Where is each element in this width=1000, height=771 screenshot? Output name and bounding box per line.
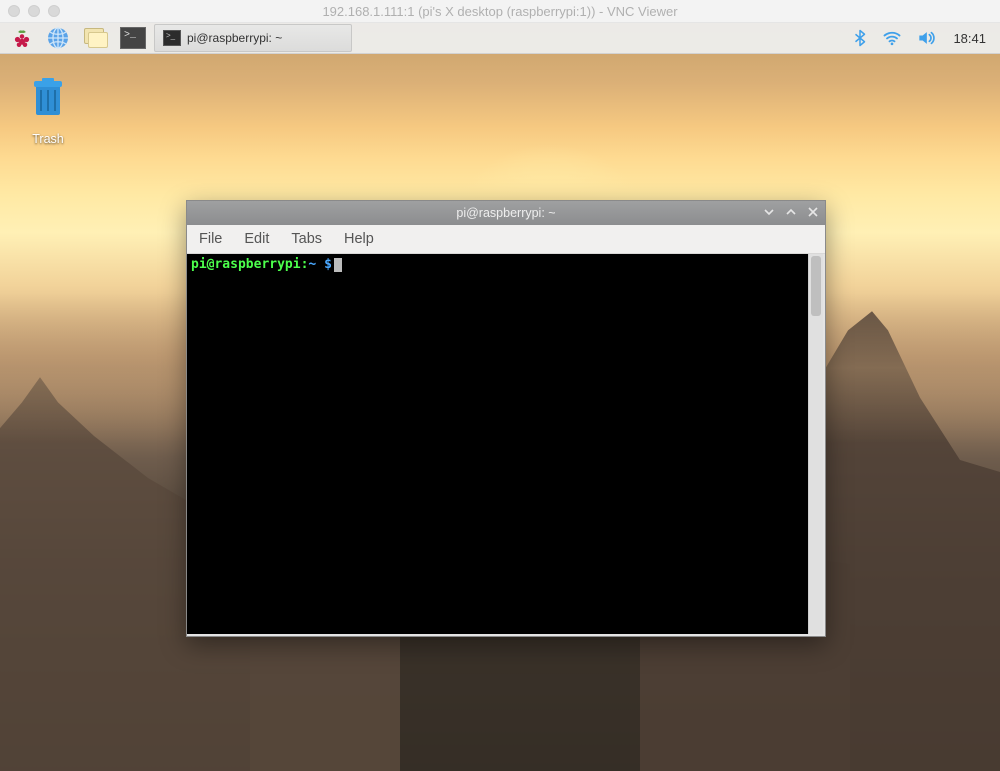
traffic-close-icon[interactable] [8,5,20,17]
volume-tray[interactable] [911,25,941,51]
taskbar: pi@raspberrypi: ~ 18:41 [0,23,1000,54]
terminal-titlebar[interactable]: pi@raspberrypi: ~ [187,201,825,225]
file-manager-launcher[interactable] [78,25,112,51]
web-browser-launcher[interactable] [42,25,74,51]
desktop-trash-label: Trash [18,132,78,146]
wifi-icon [881,28,903,48]
vnc-window-title: 192.168.1.111:1 (pi's X desktop (raspber… [322,4,677,19]
terminal-menubar: File Edit Tabs Help [187,225,825,254]
prompt-path: ~ [308,257,316,272]
scrollbar-thumb[interactable] [811,256,821,316]
traffic-zoom-icon[interactable] [48,5,60,17]
mac-window-controls[interactable] [8,5,60,17]
raspberry-pi-icon [10,26,34,50]
terminal-cursor [334,258,342,272]
chevron-down-icon [763,206,775,218]
start-menu-button[interactable] [6,25,38,51]
folders-icon [82,28,108,48]
wifi-tray[interactable] [877,25,907,51]
menu-help[interactable]: Help [342,228,376,250]
menu-edit[interactable]: Edit [242,228,271,250]
prompt-symbol: $ [324,257,332,272]
close-icon [807,206,819,218]
globe-icon [46,26,70,50]
chevron-up-icon [785,206,797,218]
terminal-window[interactable]: pi@raspberrypi: ~ File Edit Tabs Help pi [186,200,826,637]
window-minimize-button[interactable] [763,206,775,220]
trash-icon [24,73,72,121]
terminal-body[interactable]: pi@raspberrypi:~ $ [187,254,808,634]
desktop-trash[interactable]: Trash [18,73,78,146]
speaker-icon [915,28,937,48]
bluetooth-icon [851,28,869,48]
taskbar-window-title: pi@raspberrypi: ~ [187,31,282,45]
terminal-scrollbar[interactable] [808,254,823,634]
vnc-viewer-titlebar: 192.168.1.111:1 (pi's X desktop (raspber… [0,0,1000,23]
raspbian-desktop[interactable]: pi@raspberrypi: ~ 18:41 [0,23,1000,771]
prompt-user-host: pi@raspberrypi: [191,257,308,272]
terminal-launcher[interactable] [116,25,150,51]
window-maximize-button[interactable] [785,206,797,220]
taskbar-clock[interactable]: 18:41 [945,31,994,46]
menu-tabs[interactable]: Tabs [289,228,324,250]
traffic-minimize-icon[interactable] [28,5,40,17]
terminal-icon [163,30,181,46]
menu-file[interactable]: File [197,228,224,250]
taskbar-window-terminal[interactable]: pi@raspberrypi: ~ [154,24,352,52]
terminal-icon [120,27,146,49]
window-close-button[interactable] [807,206,819,220]
terminal-window-title: pi@raspberrypi: ~ [456,206,555,220]
bluetooth-tray[interactable] [847,25,873,51]
